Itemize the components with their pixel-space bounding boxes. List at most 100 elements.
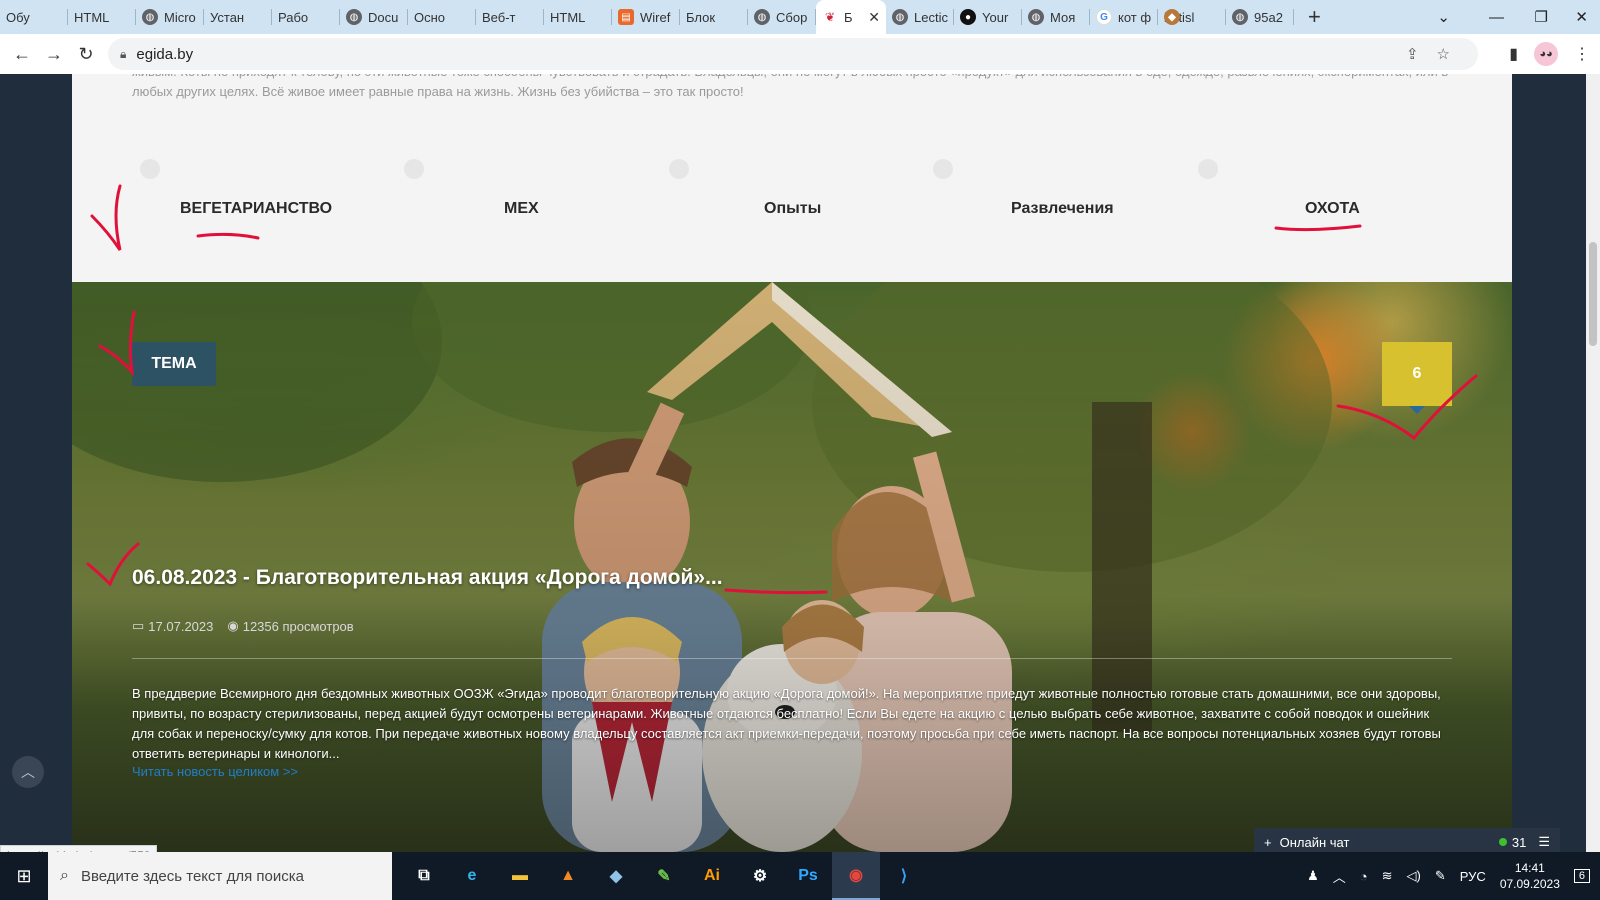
news-headline-link[interactable]: 06.08.2023 - Благотворительная акция «До… [132, 566, 723, 590]
browser-tab[interactable]: ✺Веб-т [476, 0, 544, 34]
browser-tab[interactable]: ✺HTML [544, 0, 612, 34]
browser-tab[interactable]: ◍ 95a2 [1226, 0, 1294, 34]
browser-tab[interactable]: ◍ Docu [340, 0, 408, 34]
topic-badge[interactable]: ТЕМА [132, 342, 216, 386]
category-vegetarianism[interactable]: ВЕГЕТАРИАНСТВО [180, 200, 332, 218]
browser-tab[interactable]: ● Your [954, 0, 1022, 34]
online-indicator-icon [1498, 838, 1507, 846]
illustrator-icon[interactable]: Ai [688, 852, 736, 900]
browser-tab[interactable]: ◍ Micro [136, 0, 204, 34]
pen-icon[interactable]: ✎ [1435, 868, 1446, 884]
input-language[interactable]: РУС [1460, 869, 1486, 884]
volume-icon[interactable]: ◁) [1407, 868, 1421, 884]
browser-tab[interactable]: ✺Рабо [272, 0, 340, 34]
scroll-to-top-button[interactable]: ︿ [12, 756, 44, 788]
notepad-icon[interactable]: ◆ [592, 852, 640, 900]
tab-label: Рабо [278, 9, 309, 25]
category-experiments[interactable]: Опыты [764, 200, 821, 218]
reload-icon[interactable]: ↻ [70, 44, 102, 65]
tab-label: Моя [1050, 9, 1076, 25]
menu-kebab-icon[interactable]: ⋮ [1574, 44, 1590, 64]
chat-menu-icon[interactable]: ☰ [1538, 834, 1550, 850]
back-icon[interactable]: ← [6, 44, 38, 65]
page-scrollbar[interactable] [1586, 74, 1600, 852]
news-excerpt: В преддверие Всемирного дня бездомных жи… [132, 686, 1441, 761]
chrome-icon[interactable]: ◉ [832, 852, 880, 900]
category-hunting[interactable]: ОХОТА [1305, 200, 1360, 218]
hero-banner[interactable]: ТЕМА 6 06.08.2023 - Благотворительная ак… [72, 282, 1512, 852]
bookmark-star-icon[interactable]: ☆ [1437, 45, 1450, 63]
close-window-icon[interactable]: ✕ [1575, 0, 1588, 34]
greenshot-icon[interactable]: ✎ [640, 852, 688, 900]
tab-close-icon[interactable]: ✕ [868, 9, 880, 26]
globe-icon: ◍ [1232, 9, 1248, 25]
wifi-icon[interactable]: ≋ [1382, 868, 1393, 884]
browser-tab[interactable]: ✺Блок [680, 0, 748, 34]
network-icon[interactable]: ◔ [1360, 869, 1368, 884]
maximize-icon[interactable]: ❐ [1535, 0, 1548, 34]
intro-paragraph: живым. Коты не приходят к телову, но эти… [132, 74, 1448, 99]
browser-tab[interactable]: ✺Устан [204, 0, 272, 34]
paw-icon: ❦ [822, 9, 838, 25]
file-explorer-icon[interactable]: ▬ [496, 852, 544, 900]
eye-icon: ◉ [227, 618, 239, 633]
browser-toolbar: ← → ↻ 🔒︎ egida.by ⇪ ☆ ▮ ◕◕ ⋮ [0, 34, 1600, 74]
news-date: ▭ 17.07.2023 [132, 618, 213, 634]
address-bar[interactable]: 🔒︎ egida.by ⇪ ☆ [108, 38, 1478, 70]
vlc-icon[interactable]: ▲ [544, 852, 592, 900]
profile-avatar[interactable]: ◕◕ [1534, 42, 1558, 66]
page-content: живым. Коты не приходят к телову, но эти… [72, 74, 1512, 852]
browser-tab[interactable]: ✺Осно [408, 0, 476, 34]
globe-icon: ◍ [754, 9, 770, 25]
side-panel-icon[interactable]: ▮ [1509, 44, 1518, 64]
browser-tab[interactable]: ◆britisl [1158, 0, 1226, 34]
share-icon[interactable]: ⇪ [1406, 45, 1419, 63]
browser-tab[interactable]: ✺HTML [68, 0, 136, 34]
tab-label: Your [982, 9, 1009, 25]
notification-center-icon[interactable]: 6 [1573, 869, 1590, 883]
tab-search-icon[interactable]: ⌄ [1437, 0, 1450, 34]
category-dot [140, 159, 160, 179]
category-entertainment[interactable]: Развлечения [1011, 200, 1114, 218]
taskbar-search-box[interactable]: ⌕ Введите здесь текст для поиска [48, 852, 392, 900]
minimize-icon[interactable]: — [1489, 0, 1504, 34]
browser-tab[interactable]: Gкот ф [1090, 0, 1158, 34]
comment-count-badge[interactable]: 6 [1382, 342, 1452, 414]
date-text: 17.07.2023 [148, 618, 214, 634]
new-tab-button[interactable]: + [1308, 4, 1332, 30]
tab-label: Блок [686, 9, 716, 25]
lock-icon: 🔒︎ [120, 46, 127, 61]
forward-icon[interactable]: → [38, 44, 70, 65]
category-nav: ВЕГЕТАРИАНСТВО МЕХ Опыты Развлечения ОХО… [72, 200, 1512, 230]
scrollbar-thumb[interactable] [1589, 242, 1597, 346]
windows-start-icon[interactable]: ⊞ [0, 852, 48, 900]
tray-chevron-up-icon[interactable]: ︿ [1333, 867, 1346, 886]
read-more-link[interactable]: Читать новость целиком >> [132, 764, 298, 779]
tab-label: Устан [210, 9, 245, 25]
browser-tab[interactable]: ▤ Wiref [612, 0, 680, 34]
category-dot [1198, 159, 1218, 179]
people-icon[interactable]: ♟ [1307, 868, 1319, 884]
taskbar-clock[interactable]: 14:41 07.09.2023 [1500, 860, 1560, 892]
category-fur[interactable]: МЕХ [504, 200, 539, 218]
tab-label: кот ф [1118, 9, 1152, 25]
browser-tab[interactable]: ◍ Моя [1022, 0, 1090, 34]
news-meta: ▭ 17.07.2023 ◉ 12356 просмотров [132, 618, 354, 634]
wireframe-icon: ▤ [618, 9, 634, 25]
browser-tab[interactable]: ◍ Lectic [886, 0, 954, 34]
browser-tab[interactable]: ◍ Сбор [748, 0, 816, 34]
cat-icon: ◆ [1164, 9, 1180, 25]
chevron-up-icon: ︿ [21, 764, 35, 780]
settings-icon[interactable]: ⚙ [736, 852, 784, 900]
browser-tab[interactable]: ❦ Б ✕ [816, 0, 886, 34]
tab-label: Б [844, 9, 853, 25]
search-icon: ⌕ [60, 867, 69, 884]
task-view-icon[interactable]: ⧉ [400, 852, 448, 900]
vscode-icon[interactable]: ⟩ [880, 852, 928, 900]
online-chat-widget[interactable]: + Онлайн чат 31 ☰ [1254, 828, 1560, 852]
photoshop-icon[interactable]: Ps [784, 852, 832, 900]
windows-taskbar: ⊞ ⌕ Введите здесь текст для поиска ⧉ e ▬ ▲ ◆… [0, 852, 1600, 900]
tab-label: Docu [368, 9, 399, 25]
edge-icon[interactable]: e [448, 852, 496, 900]
browser-tab[interactable]: ✺Обу [0, 0, 68, 34]
